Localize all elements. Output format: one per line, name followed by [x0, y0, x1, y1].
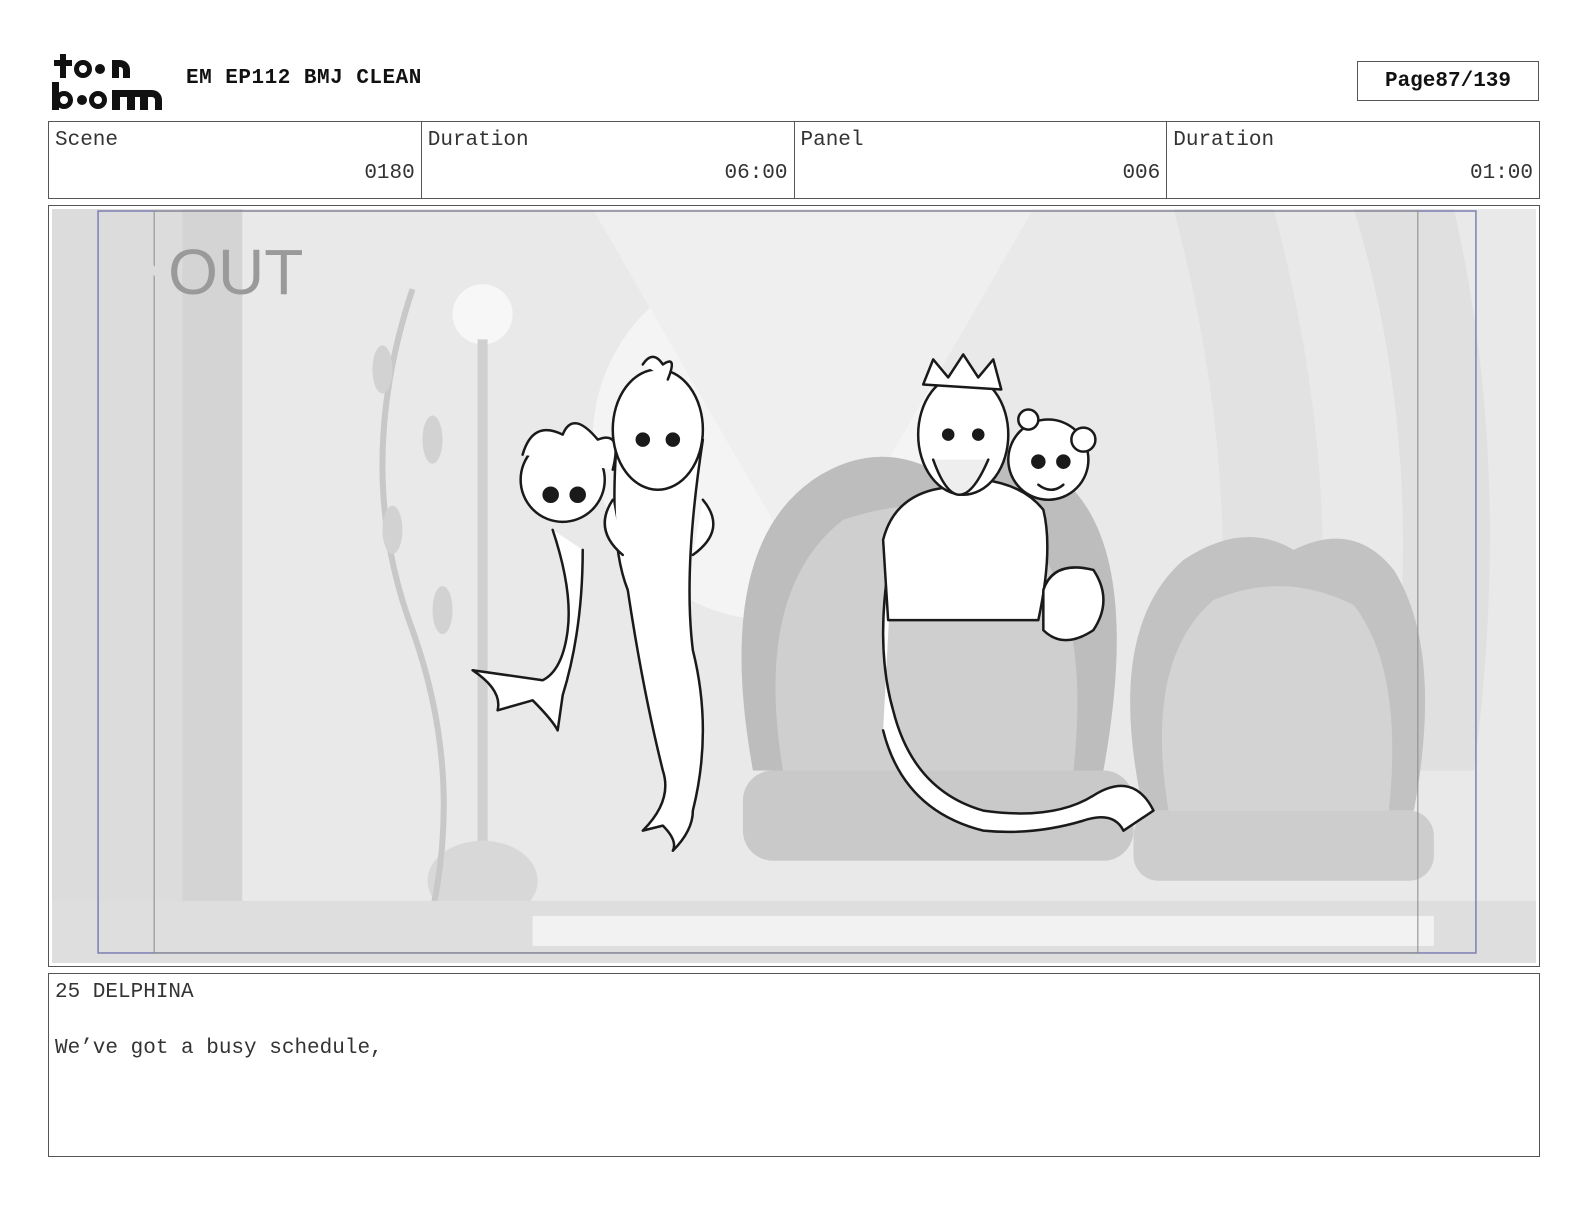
- panel-number: 006: [1122, 162, 1161, 185]
- page-indicator: Page 87/139: [1357, 61, 1539, 101]
- page-label: Page: [1384, 69, 1436, 93]
- document-title: EM EP112 BMJ CLEAN: [186, 67, 422, 90]
- toon-boom-logo: [52, 54, 162, 110]
- dialogue-notes: 25 DELPHINA We’ve got a busy schedule,: [48, 973, 1540, 1157]
- panel-cell: Panel 006: [795, 122, 1168, 198]
- page-number: 87/139: [1435, 69, 1512, 93]
- scene-info-bar: Scene 0180 Duration 06:00 Panel 006 Dura…: [48, 121, 1540, 199]
- scene-cell: Scene 0180: [49, 122, 422, 198]
- scene-duration-cell: Duration 06:00: [422, 122, 795, 198]
- panel-duration-value: 01:00: [1469, 162, 1533, 185]
- out-marker: OUT: [168, 236, 303, 308]
- scene-duration-label: Duration: [427, 129, 529, 152]
- panel-duration-cell: Duration 01:00: [1167, 122, 1539, 198]
- speaker-line: 25 DELPHINA: [55, 981, 194, 1004]
- dialogue-line: We’ve got a busy schedule,: [55, 1037, 383, 1060]
- scene-duration-value: 06:00: [724, 162, 788, 185]
- panel-duration-label: Duration: [1173, 129, 1275, 152]
- scene-number: 0180: [364, 162, 415, 185]
- storyboard-panel: IN OUT: [48, 205, 1540, 967]
- panel-artwork: IN OUT: [52, 209, 1536, 963]
- panel-label: Panel: [800, 129, 864, 152]
- scene-label: Scene: [55, 129, 119, 152]
